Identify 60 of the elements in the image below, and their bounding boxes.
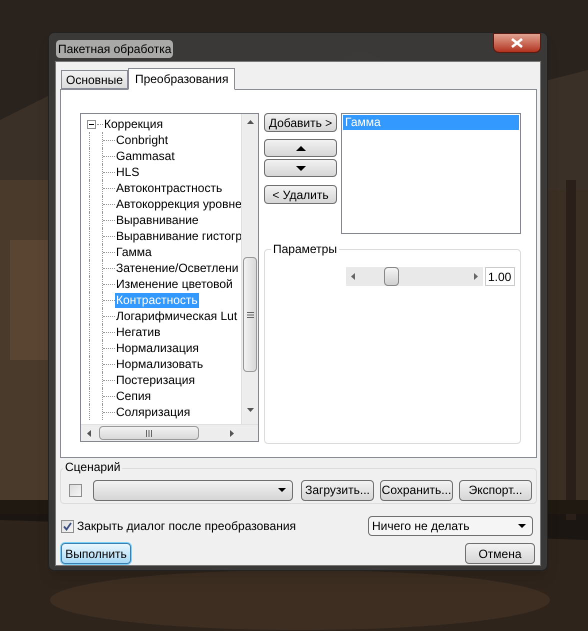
slider-left-icon (351, 273, 355, 280)
tree-item[interactable]: Нормализация (115, 340, 200, 356)
grip-icon (146, 430, 152, 436)
tree-item[interactable]: Постеризация (115, 372, 196, 388)
tree-item[interactable]: Затенение/Осветлени (115, 260, 240, 276)
slider-right-icon (474, 273, 478, 280)
tree-item[interactable]: HLS (115, 164, 140, 180)
scrollbar-thumb[interactable] (99, 426, 199, 440)
checkbox[interactable] (61, 520, 74, 532)
tree-item[interactable]: Сепия (115, 388, 152, 404)
checkbox-label: Закрыть диалог после преобразования (77, 518, 296, 535)
dropdown-arrow-icon (278, 488, 286, 492)
dropdown-arrow-icon (518, 524, 526, 528)
horizontal-scrollbar[interactable] (81, 424, 258, 441)
tree-item[interactable]: Изменение цветовой (115, 276, 234, 292)
slider[interactable] (346, 267, 483, 286)
value-field[interactable]: 1.00 (485, 267, 515, 286)
close-button[interactable] (493, 33, 541, 53)
group-title: Параметры (271, 242, 339, 256)
move-down-button[interactable] (264, 159, 337, 177)
remove-button[interactable]: < Удалить (264, 185, 337, 204)
scenario-button[interactable]: Сохранить... (380, 480, 453, 500)
grip-icon (246, 312, 254, 318)
checkbox[interactable] (69, 484, 82, 496)
tree-item[interactable]: Логарифмическая Lut (115, 308, 238, 324)
move-up-button[interactable] (264, 139, 337, 157)
dropdown-value: Ничего не делать (372, 518, 470, 535)
tree-item[interactable]: Соляризация (115, 404, 192, 420)
scroll-left-icon (87, 430, 91, 436)
tab[interactable]: Основные (61, 70, 128, 89)
close-icon (511, 38, 523, 48)
tab[interactable]: Преобразования (128, 68, 236, 90)
up-arrow-icon (296, 146, 306, 150)
group-title: Сценарий (63, 460, 122, 474)
scroll-down-icon (246, 408, 254, 412)
scenario-button[interactable]: Экспорт... (459, 480, 532, 500)
scenario-button[interactable]: Загрузить... (301, 480, 374, 500)
collapse-icon[interactable] (87, 120, 96, 128)
slider-thumb[interactable] (384, 267, 399, 286)
checkmark-icon (63, 522, 72, 530)
tree-item[interactable]: Гамма (115, 244, 153, 260)
window-title: Пакетная обработка (56, 40, 174, 58)
down-arrow-icon (296, 166, 306, 170)
tree-item[interactable]: Автоконтрастность (115, 180, 224, 196)
add-button[interactable]: Добавить > (264, 113, 337, 132)
tree-item[interactable]: Gammasat (115, 148, 176, 164)
tree-item[interactable]: Conbright (115, 132, 170, 148)
action-dropdown[interactable]: Ничего не делать (368, 516, 533, 536)
vertical-scrollbar[interactable] (241, 114, 258, 425)
dialog-button[interactable]: Выполнить (61, 543, 131, 564)
scrollbar-thumb[interactable] (243, 257, 257, 372)
scenario-dropdown[interactable] (93, 480, 293, 500)
tree-item[interactable]: Негатив (115, 324, 162, 340)
tree-item[interactable]: Выравнивание (115, 212, 200, 228)
tree-item[interactable]: Нормализовать (115, 356, 204, 372)
dialog-button[interactable]: Отмена (465, 543, 535, 564)
tree-item[interactable]: Выравнивание гистогр (115, 228, 244, 244)
scroll-right-icon (230, 430, 234, 436)
tree-item[interactable]: Автокоррекция уровне (115, 196, 243, 212)
tree-item[interactable]: Коррекция (103, 116, 164, 132)
